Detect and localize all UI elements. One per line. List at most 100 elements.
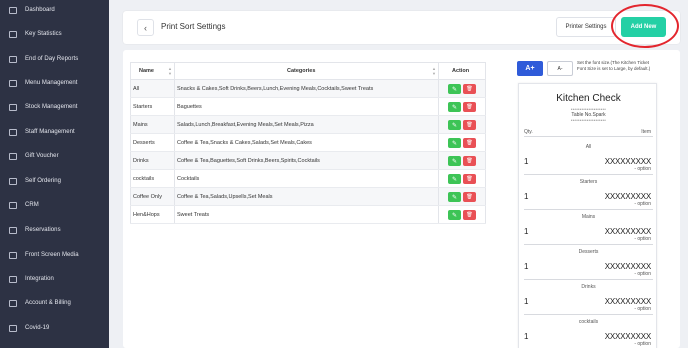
table-row: Desserts Coffee & Tea,Snacks & Cakes,Sal… [130,134,486,152]
row-name: All [133,86,140,92]
sidebar-item-dashboard[interactable]: Dashboard [0,0,109,20]
sidebar-item-reservations[interactable]: Reservations [0,220,109,240]
column-header-name[interactable]: Name [139,68,154,74]
gift-icon [9,152,17,160]
ticket-divider [524,279,653,280]
ticket-option: - option [634,166,651,172]
delete-button[interactable]: 🗑 [463,192,476,202]
trash-icon: 🗑 [466,194,473,200]
page-title: Print Sort Settings [161,22,226,31]
pencil-icon: ✎ [451,158,458,165]
dashboard-icon [9,6,17,14]
row-name: Mains [133,122,148,128]
sidebar-item-label: Integration [25,276,54,282]
delete-button[interactable]: 🗑 [463,138,476,148]
ticket-divider [524,174,653,175]
ticket-category-label: Desserts [578,249,599,255]
table-row: Hen&Hops Sweet Treats ✎ 🗑 [130,206,486,224]
arrow-left-icon: ‹ [144,22,147,33]
edit-button[interactable]: ✎ [448,84,461,94]
trash-icon: 🗑 [466,176,473,182]
delete-button[interactable]: 🗑 [463,174,476,184]
table-row: Coffee Only Coffee & Tea,Salads,Upsells,… [130,188,486,206]
edit-button[interactable]: ✎ [448,192,461,202]
kitchen-ticket-preview: Kitchen Check ******************** Table… [518,83,657,348]
font-size-hint: Set the font size.(The Kitchen Ticket Fo… [577,60,651,71]
delete-button[interactable]: 🗑 [463,120,476,130]
chart-icon [9,30,17,38]
pencil-icon: ✎ [451,140,458,147]
sidebar-item-label: CRM [25,202,39,208]
report-icon [9,55,17,63]
ticket-option: - option [634,306,651,312]
ticket-category-label: All [585,144,592,150]
menu-icon [9,79,17,87]
font-decrease-button[interactable]: A- [547,61,573,76]
sidebar: Dashboard Key Statistics End of Day Repo… [0,0,109,348]
sidebar-item-covid-19[interactable]: Covid-19 [0,318,109,338]
table-row: cocktails Cocktails ✎ 🗑 [130,170,486,188]
edit-button[interactable]: ✎ [448,210,461,220]
row-categories: Salads,Lunch,Breakfast,Evening Meals,Set… [177,122,314,128]
ticket-item: XXXXXXXXX [604,262,651,271]
delete-button[interactable]: 🗑 [463,156,476,166]
edit-button[interactable]: ✎ [448,120,461,130]
sort-icon[interactable]: ▲ ▼ [168,66,172,76]
row-categories: Coffee & Tea,Snacks & Cakes,Salads,Set M… [177,140,312,146]
sidebar-item-label: Account & Billing [25,300,71,306]
ticket-title: Kitchen Check [556,93,621,104]
edit-button[interactable]: ✎ [448,156,461,166]
ticket-qty: 1 [524,262,529,271]
edit-button[interactable]: ✎ [448,174,461,184]
billing-icon [9,299,17,307]
pencil-icon: ✎ [451,212,458,219]
ticket-option: - option [634,236,651,242]
row-categories: Coffee & Tea,Salads,Upsells,Set Meals [177,194,273,200]
sidebar-item-label: Front Screen Media [25,252,79,258]
delete-button[interactable]: 🗑 [463,210,476,220]
edit-button[interactable]: ✎ [448,102,461,112]
row-categories: Cocktails [177,176,200,182]
ticket-item-header: Item [641,129,651,135]
pencil-icon: ✎ [451,104,458,111]
row-name: Drinks [133,158,149,164]
trash-icon: 🗑 [466,86,473,92]
font-increase-button[interactable]: A+ [517,61,543,76]
highlight-circle-annotation [611,4,679,48]
sort-icon[interactable]: ▲ ▼ [432,66,436,76]
table-row: Mains Salads,Lunch,Breakfast,Evening Mea… [130,116,486,134]
sidebar-item-gift-voucher[interactable]: Gift Voucher [0,146,109,166]
sidebar-item-integration[interactable]: Integration [0,269,109,289]
trash-icon: 🗑 [466,158,473,164]
row-name: cocktails [133,176,155,182]
calendar-icon [9,226,17,234]
sidebar-item-account-billing[interactable]: Account & Billing [0,293,109,313]
pencil-icon: ✎ [451,86,458,93]
sidebar-item-key-statistics[interactable]: Key Statistics [0,24,109,44]
row-name: Starters [133,104,153,110]
sidebar-item-menu-management[interactable]: Menu Management [0,73,109,93]
table-row: Drinks Coffee & Tea,Baguettes,Soft Drink… [130,152,486,170]
printer-settings-button[interactable]: Printer Settings [556,17,616,37]
sidebar-item-crm[interactable]: CRM [0,195,109,215]
sidebar-item-label: Gift Voucher [25,153,59,159]
column-header-categories[interactable]: Categories [287,68,315,74]
ticket-separator: ******************** [570,118,607,123]
ticket-item: XXXXXXXXX [604,192,651,201]
sidebar-item-front-screen-media[interactable]: Front Screen Media [0,245,109,265]
sidebar-item-staff-management[interactable]: Staff Management [0,122,109,142]
delete-button[interactable]: 🗑 [463,84,476,94]
column-header-action: Action [452,68,470,74]
ticket-qty-header: Qty. [524,129,533,135]
ticket-item: XXXXXXXXX [604,332,651,341]
delete-button[interactable]: 🗑 [463,102,476,112]
edit-button[interactable]: ✎ [448,138,461,148]
page-header: ‹ Print Sort Settings Printer Settings A… [123,4,680,48]
sidebar-item-end-of-day-reports[interactable]: End of Day Reports [0,49,109,69]
sidebar-item-self-ordering[interactable]: Self Ordering [0,171,109,191]
back-button[interactable]: ‹ [137,19,154,36]
pencil-icon: ✎ [451,176,458,183]
trash-icon: 🗑 [466,122,473,128]
sidebar-item-stock-management[interactable]: Stock Management [0,97,109,117]
ticket-item: XXXXXXXXX [604,297,651,306]
